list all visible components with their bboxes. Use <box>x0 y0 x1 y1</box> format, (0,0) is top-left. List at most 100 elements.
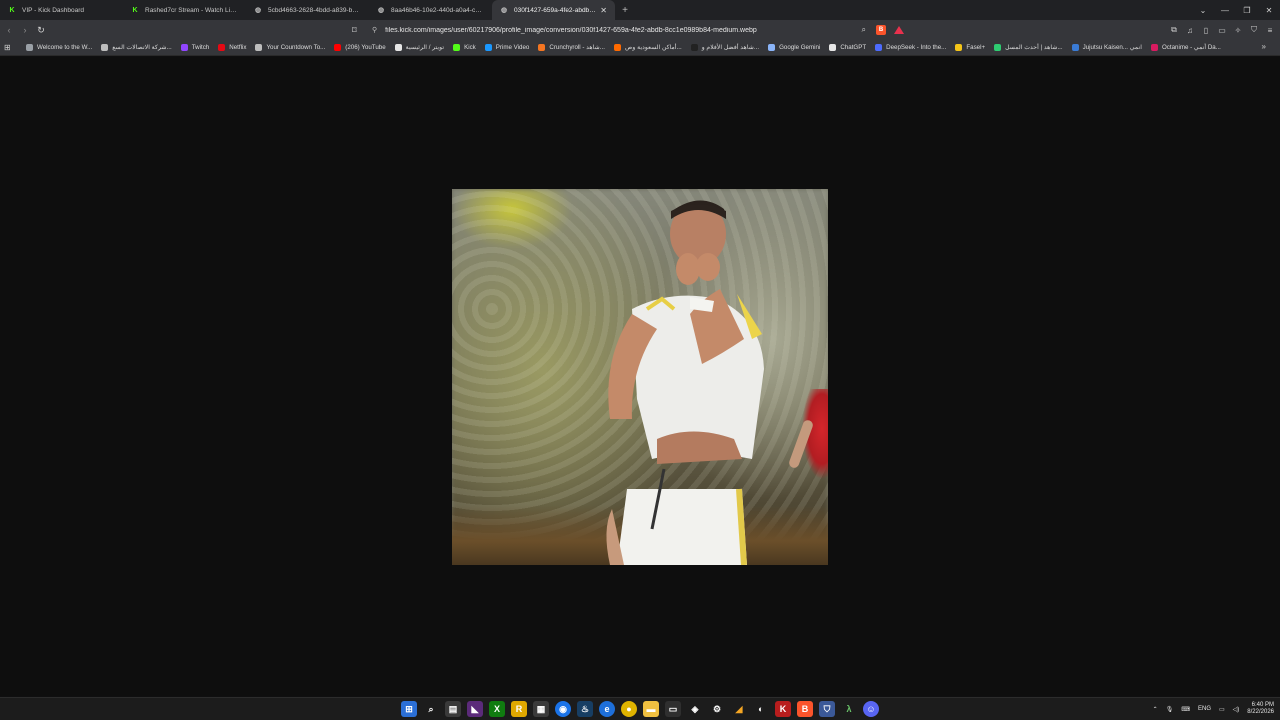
calculator-icon[interactable]: ▦ <box>533 701 549 717</box>
bookmark-label: Your Countdown To... <box>266 44 326 51</box>
minimize-icon[interactable]: — <box>1214 6 1236 15</box>
xbox-icon[interactable]: X <box>489 701 505 717</box>
bookmark-favicon-icon <box>955 44 963 51</box>
keyboard-icon[interactable]: ⌨ <box>1181 706 1190 713</box>
bookmark-label: شاهد | أحدث المسل... <box>1005 44 1063 51</box>
tab-title: 030f1427-659a-4fe2-abdb-8cc <box>514 6 597 14</box>
bookmark-favicon-icon <box>180 44 188 51</box>
shield-icon[interactable]: ⛉ <box>819 701 835 717</box>
bookmark-label: Google Gemini <box>779 44 821 51</box>
bookmark-item[interactable]: Twitch <box>180 44 209 51</box>
bookmark-label: (206) YouTube <box>345 44 386 51</box>
kick-icon: K <box>9 6 15 14</box>
address-bar[interactable]: ⌑ ⚲ files.kick.com/images/user/60217906/… <box>352 23 908 37</box>
bookmark-item[interactable]: Fasel+ <box>955 44 985 51</box>
bookmark-item[interactable]: DeepSeek - Into the... <box>875 44 946 51</box>
clock[interactable]: 6:40 PM 8/22/2026 <box>1247 702 1274 716</box>
discord-icon[interactable]: ☺ <box>863 701 879 717</box>
blender-icon[interactable]: ◢ <box>731 701 747 717</box>
network-icon[interactable]: ▭ <box>1219 706 1225 713</box>
bookmark-icon[interactable]: ⌑ <box>352 25 366 36</box>
wallet-icon[interactable]: ▭ <box>1216 26 1228 35</box>
bookmark-item[interactable]: Octanime - أنمي Da... <box>1150 44 1221 51</box>
chrome-icon[interactable]: ◉ <box>555 701 571 717</box>
bookmark-item[interactable]: Jujutsu Kaisen... انمي <box>1071 44 1142 51</box>
bookmark-item[interactable]: Crunchyroll - شاهد... <box>538 44 605 51</box>
bookmark-item[interactable]: شاهد أفضل الأفلام و... <box>690 44 759 51</box>
opponent-figure <box>794 389 828 549</box>
apps-icon[interactable]: ⊞ <box>4 43 16 52</box>
tray-overflow-icon[interactable]: ⌃ <box>1153 706 1158 713</box>
task-view-icon[interactable]: ▤ <box>445 701 461 717</box>
bookmark-favicon-icon <box>394 44 402 51</box>
bookmark-item[interactable]: Netflix <box>218 44 246 51</box>
media-icon[interactable]: ♫ <box>1184 26 1196 35</box>
bookmarks-overflow-icon[interactable]: » <box>1262 42 1266 51</box>
bookmark-favicon-icon <box>26 44 33 51</box>
extensions-icon[interactable]: ⧉ <box>1168 25 1180 35</box>
bookmark-label: DeepSeek - Into the... <box>886 44 947 51</box>
bookmark-label: Prime Video <box>495 44 530 51</box>
bookmark-label: Crunchyroll - شاهد... <box>549 44 605 51</box>
edge-icon[interactable]: e <box>599 701 615 717</box>
settings-icon[interactable]: ⚙ <box>709 701 725 717</box>
terminal-icon[interactable]: ▭ <box>665 701 681 717</box>
tab-rashed-stream[interactable]: K Rashed7cr Stream - Watch Live on Ki <box>123 0 246 20</box>
sidebar-icon[interactable]: ▯ <box>1200 26 1212 35</box>
profile-image[interactable] <box>452 189 828 565</box>
obs-icon[interactable]: ◐ <box>753 701 769 717</box>
bookmark-item[interactable]: Your Countdown To... <box>255 44 325 51</box>
restore-icon[interactable]: ❐ <box>1236 6 1258 15</box>
leo-icon[interactable]: ✧ <box>1232 26 1244 35</box>
tab-title: 8aa46b46-10e2-440d-a0a4-c8b426 <box>391 6 484 14</box>
bookmark-item[interactable]: ChatGPT <box>829 44 866 51</box>
app-yellow-icon[interactable]: ● <box>621 701 637 717</box>
tab-image-active[interactable]: ◍ 030f1427-659a-4fe2-abdb-8cc ✕ <box>492 0 615 20</box>
steam-icon[interactable]: ♨ <box>577 701 593 717</box>
bookmark-label: Welcome to the W... <box>37 44 93 51</box>
search-icon[interactable]: ⌕ <box>423 701 439 717</box>
back-icon[interactable]: ‹ <box>2 23 16 37</box>
bookmark-label: شركة الاتصالات السع... <box>112 44 172 51</box>
bookmark-item[interactable]: شركة الاتصالات السع... <box>101 44 172 51</box>
file-explorer-icon[interactable]: ▬ <box>643 701 659 717</box>
bookmark-item[interactable]: Prime Video <box>484 44 530 51</box>
new-tab-button[interactable]: + <box>615 0 635 20</box>
brave-rewards-icon[interactable] <box>894 26 904 34</box>
close-tab-icon[interactable]: ✕ <box>600 6 607 15</box>
bookmark-item[interactable]: Google Gemini <box>768 44 820 51</box>
vpn-icon[interactable]: ⛉ <box>1248 25 1260 35</box>
reload-icon[interactable]: ↻ <box>34 23 48 37</box>
url-text[interactable]: files.kick.com/images/user/60217906/prof… <box>385 27 855 34</box>
bookmark-item[interactable]: أماكن السعودية وص... <box>613 44 682 51</box>
bookmark-item[interactable]: تويتر / الرئيسية <box>394 44 444 51</box>
close-window-icon[interactable]: ✕ <box>1258 6 1280 15</box>
app-lambda-icon[interactable]: λ <box>841 701 857 717</box>
menu-icon[interactable]: ≡ <box>1264 26 1276 35</box>
zoom-icon[interactable]: ⌕ <box>862 25 866 35</box>
bookmark-item[interactable]: Kick <box>453 44 476 51</box>
bookmark-label: Netflix <box>229 44 247 51</box>
brave-icon[interactable]: B <box>797 701 813 717</box>
tab-image-1[interactable]: ◍ 5cbd4663-2628-4bdd-a839-b800df7 <box>246 0 369 20</box>
bookmark-favicon-icon <box>453 44 461 51</box>
clipchamp-icon[interactable]: ◈ <box>687 701 703 717</box>
language-indicator[interactable]: ENG <box>1198 706 1211 712</box>
bookmark-item[interactable]: شاهد | أحدث المسل... <box>994 44 1063 51</box>
tab-image-2[interactable]: ◍ 8aa46b46-10e2-440d-a0a4-c8b426 <box>369 0 492 20</box>
site-info-icon[interactable]: ⚲ <box>372 26 377 34</box>
tab-search-icon[interactable]: ⌄ <box>1192 6 1214 15</box>
volume-icon[interactable]: ◁) <box>1233 706 1240 713</box>
brave-shields-icon[interactable]: B <box>876 25 886 35</box>
bookmarks-bar: ⊞ Welcome to the W... شركة الاتصالات السع.… <box>0 40 1280 56</box>
start-icon[interactable]: ⊞ <box>401 701 417 717</box>
bookmark-favicon-icon <box>829 44 837 51</box>
visual-studio-icon[interactable]: ◣ <box>467 701 483 717</box>
bookmark-item[interactable]: (206) YouTube <box>334 44 386 51</box>
app-k-icon[interactable]: K <box>775 701 791 717</box>
tab-kick-dashboard[interactable]: K VIP - Kick Dashboard <box>0 0 123 20</box>
bookmark-item[interactable]: Welcome to the W... <box>26 44 92 51</box>
microphone-icon[interactable]: 🎙 <box>1166 706 1174 713</box>
forward-icon[interactable]: › <box>18 23 32 37</box>
app-r-icon[interactable]: R <box>511 701 527 717</box>
